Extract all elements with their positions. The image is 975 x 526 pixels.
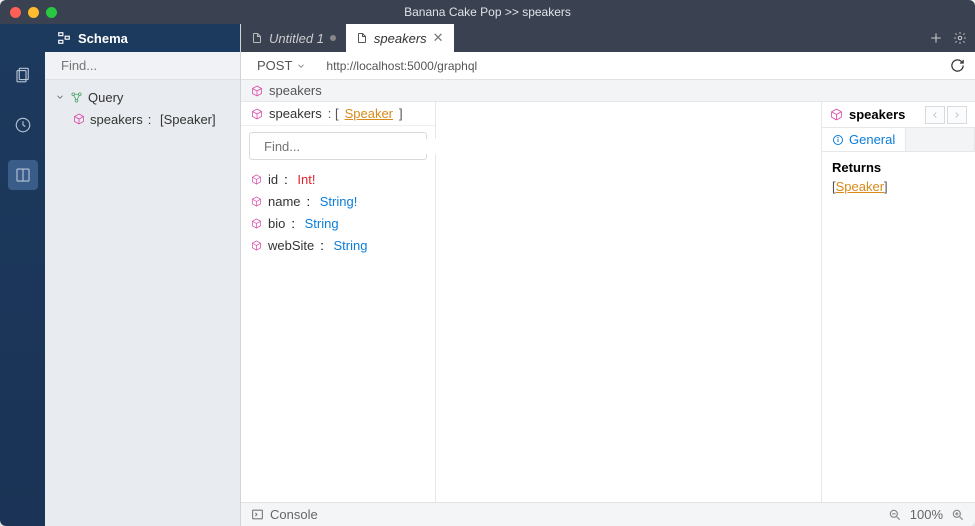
inspector-tab-label: General [849, 132, 895, 147]
field-row[interactable]: name: String! [241, 190, 435, 212]
request-toolbar: POST http://localhost:5000/graphql [241, 52, 975, 80]
nav-fwd-button[interactable] [947, 106, 967, 124]
schema-tab[interactable]: Schema [45, 24, 240, 52]
schema-find-input[interactable] [61, 58, 237, 73]
tree-item-name: speakers [90, 112, 143, 127]
dirty-indicator-icon [330, 35, 336, 41]
zoom-out-button[interactable] [888, 508, 902, 522]
field-row[interactable]: id: Int! [241, 168, 435, 190]
field-list: id: Int! name: String! bio: String webSi… [241, 166, 435, 258]
document-tabs: Untitled 1 speakers ✕ [241, 24, 975, 52]
inspector-title: speakers [849, 107, 905, 122]
chevron-down-icon [55, 92, 65, 102]
inspector-body: Returns [Speaker] [822, 152, 975, 202]
inspector-tabs: General [822, 128, 975, 152]
cube-icon [251, 196, 262, 207]
gear-icon[interactable] [953, 31, 967, 45]
cube-icon [251, 218, 262, 229]
breadcrumb: speakers [241, 80, 975, 102]
zoom-in-icon [951, 508, 965, 522]
nav-back-button[interactable] [925, 106, 945, 124]
file-icon [356, 32, 368, 44]
schema-find[interactable] [45, 52, 240, 80]
field-header[interactable]: speakers: [Speaker] [241, 102, 435, 126]
window-title: Banana Cake Pop >> speakers [0, 5, 975, 19]
chevron-down-icon [296, 61, 306, 71]
documents-icon [14, 66, 32, 84]
returns-label: Returns [832, 160, 965, 175]
method-label: POST [257, 58, 292, 73]
tab-speakers[interactable]: speakers ✕ [346, 24, 454, 52]
schema-icon [57, 31, 71, 45]
activity-rail [0, 24, 45, 526]
console-label[interactable]: Console [270, 507, 318, 522]
field-find[interactable] [249, 132, 427, 160]
refresh-icon [950, 58, 965, 73]
field-row[interactable]: bio: String [241, 212, 435, 234]
history-icon [14, 116, 32, 134]
results-column [436, 102, 822, 502]
book-icon [14, 166, 32, 184]
cube-icon [830, 108, 843, 121]
tab-label: Untitled 1 [269, 31, 324, 46]
rail-reference[interactable] [8, 160, 38, 190]
zoom-level: 100% [910, 507, 943, 522]
method-selector[interactable]: POST [251, 58, 312, 73]
cube-icon [73, 113, 85, 125]
field-row[interactable]: webSite: String [241, 234, 435, 256]
status-bar: Console 100% [241, 502, 975, 526]
titlebar: Banana Cake Pop >> speakers [0, 0, 975, 24]
field-detail-column: speakers: [Speaker] id: Int! name: Strin… [241, 102, 436, 502]
cube-icon [251, 108, 263, 120]
tab-untitled[interactable]: Untitled 1 [241, 24, 346, 52]
tree-item-speakers[interactable]: speakers: [Speaker] [45, 108, 240, 130]
inspector-header: speakers [822, 102, 975, 128]
inspector-tab-general[interactable]: General [822, 128, 906, 151]
tree-root-query[interactable]: Query [45, 86, 240, 108]
field-find-input[interactable] [264, 139, 440, 154]
refresh-button[interactable] [950, 58, 965, 73]
cube-icon [251, 174, 262, 185]
cube-icon [251, 240, 262, 251]
type-link[interactable]: Speaker [345, 106, 393, 121]
cube-icon [251, 85, 263, 97]
rail-documents[interactable] [8, 60, 38, 90]
returns-type-link[interactable]: Speaker [836, 179, 884, 194]
arrow-left-icon [930, 110, 940, 120]
file-icon [251, 32, 263, 44]
query-type-icon [70, 91, 83, 104]
schema-panel: Schema Query speakers: [Speaker] [45, 24, 241, 526]
console-icon [251, 508, 264, 521]
field-name: speakers [269, 106, 322, 121]
tab-label: speakers [374, 31, 427, 46]
inspector-tab-spacer [906, 128, 975, 151]
zoom-in-button[interactable] [951, 508, 965, 522]
info-icon [832, 134, 844, 146]
schema-tab-label: Schema [78, 31, 128, 46]
main-panel: Untitled 1 speakers ✕ POST http://localh… [241, 24, 975, 526]
tree-root-label: Query [88, 90, 123, 105]
tree-item-type: [Speaker] [160, 112, 216, 127]
schema-tree: Query speakers: [Speaker] [45, 80, 240, 526]
close-icon[interactable]: ✕ [433, 30, 444, 46]
request-url[interactable]: http://localhost:5000/graphql [326, 59, 477, 73]
zoom-out-icon [888, 508, 902, 522]
arrow-right-icon [952, 110, 962, 120]
rail-history[interactable] [8, 110, 38, 140]
inspector-panel: speakers General Returns [Speaker] [822, 102, 975, 502]
plus-icon[interactable] [929, 31, 943, 45]
breadcrumb-label: speakers [269, 83, 322, 98]
